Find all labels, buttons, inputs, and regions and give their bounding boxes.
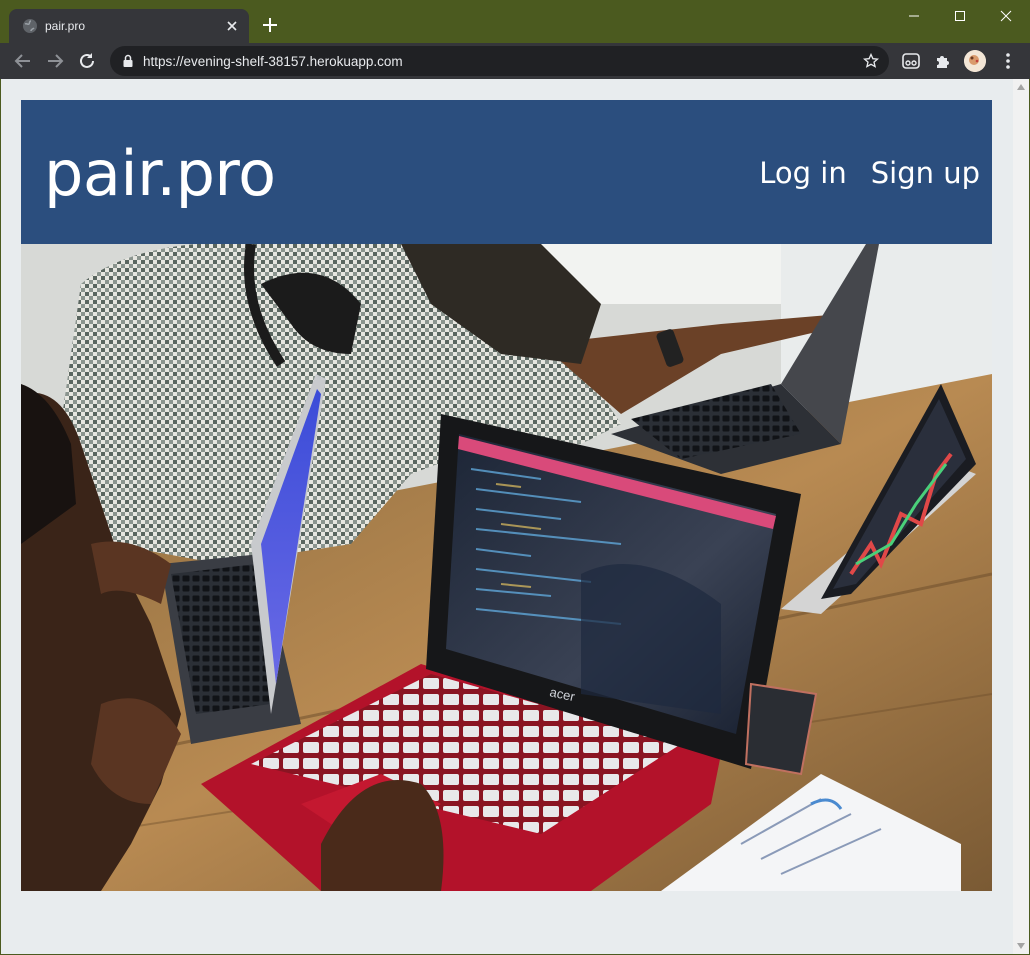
login-link[interactable]: Log in xyxy=(759,155,846,191)
page-viewport: pair.pro Log in Sign up acer xyxy=(1,79,1029,954)
browser-toolbar: https://evening-shelf-38157.herokuapp.co… xyxy=(0,43,1030,79)
profile-avatar[interactable] xyxy=(964,50,986,72)
address-bar[interactable]: https://evening-shelf-38157.herokuapp.co… xyxy=(110,46,889,76)
back-arrow-icon[interactable] xyxy=(12,50,34,72)
hero-image: acer xyxy=(21,244,992,891)
site-header: pair.pro Log in Sign up xyxy=(21,100,992,244)
minimize-button[interactable] xyxy=(891,0,937,32)
lock-icon xyxy=(123,54,133,67)
window-close-button[interactable] xyxy=(983,0,1029,32)
url-text: https://evening-shelf-38157.herokuapp.co… xyxy=(143,54,403,69)
site-nav: Log in Sign up xyxy=(759,155,980,191)
browser-window: pair.pro https://evening-shelf-38157.her… xyxy=(0,0,1030,955)
plus-icon[interactable] xyxy=(260,15,280,35)
minimize-icon xyxy=(909,15,919,17)
avatar-image xyxy=(964,50,986,72)
forward-arrow-icon[interactable] xyxy=(44,50,66,72)
globe-icon xyxy=(23,19,37,33)
puzzle-icon[interactable] xyxy=(933,51,953,71)
browser-tab[interactable]: pair.pro xyxy=(9,9,249,43)
window-close-icon xyxy=(1000,10,1012,22)
reload-icon[interactable] xyxy=(76,50,98,72)
more-vert-icon[interactable] xyxy=(998,51,1018,71)
tab-title: pair.pro xyxy=(45,19,86,33)
tab-strip: pair.pro xyxy=(0,0,1030,43)
maximize-button[interactable] xyxy=(937,0,983,32)
maximize-icon xyxy=(955,11,965,21)
site-logo[interactable]: pair.pro xyxy=(44,139,276,209)
hero-photo: acer xyxy=(21,244,992,891)
scroll-down-icon[interactable] xyxy=(1017,943,1025,949)
vertical-scrollbar[interactable] xyxy=(1013,79,1029,954)
scroll-up-icon[interactable] xyxy=(1017,84,1025,90)
extension-icon[interactable] xyxy=(901,51,921,71)
close-icon[interactable] xyxy=(223,17,241,35)
signup-link[interactable]: Sign up xyxy=(871,155,980,191)
star-icon[interactable] xyxy=(863,53,879,69)
